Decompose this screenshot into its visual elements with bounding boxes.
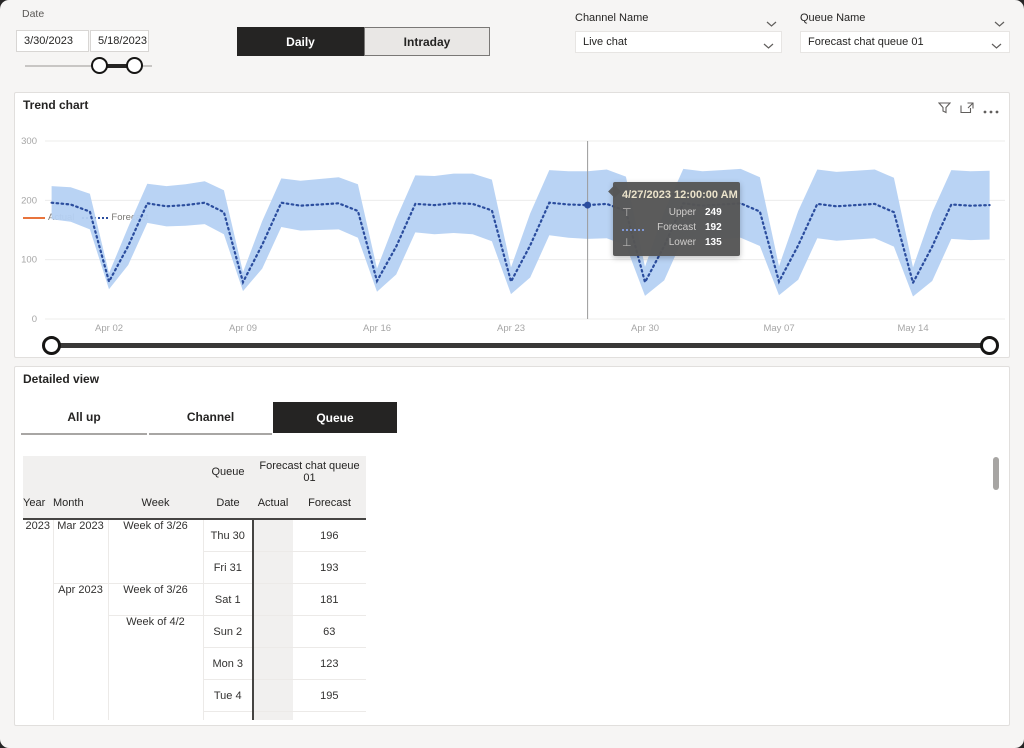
forecast-line-icon	[622, 223, 646, 233]
chart-zoom-slider-track[interactable]	[51, 343, 989, 348]
intraday-toggle-button[interactable]: Intraday	[364, 27, 490, 56]
cell-forecast[interactable]: 63	[293, 616, 366, 648]
lower-whisker-icon: ⊥	[622, 238, 646, 248]
detailed-view-title: Detailed view	[23, 372, 99, 386]
column-header-actual[interactable]: Actual	[253, 488, 293, 519]
column-header-year[interactable]: Year	[23, 488, 53, 519]
column-header-month[interactable]: Month	[53, 488, 108, 519]
cell-date[interactable]: Sat 1	[203, 584, 253, 616]
cell-actual[interactable]	[253, 552, 293, 584]
tooltip-row-value: 192	[705, 222, 731, 233]
queue-select[interactable]: Forecast chat queue 01	[800, 31, 1010, 53]
group-header-queue: Queue	[203, 456, 253, 488]
tab-all-up-underline	[21, 433, 147, 435]
queue-slicer-label: Queue Name	[800, 12, 865, 24]
y-axis-label: 300	[21, 136, 37, 147]
cell-date[interactable]: Wed 5	[203, 712, 253, 721]
tab-channel[interactable]: Channel	[149, 402, 272, 432]
detail-matrix-table: Queue Forecast chat queue 01 Year Month …	[23, 456, 366, 720]
chevron-down-icon	[763, 40, 774, 52]
tooltip-row-label: Forecast	[646, 222, 696, 233]
cell-date[interactable]: Tue 4	[203, 680, 253, 712]
x-axis-label: Apr 30	[631, 323, 659, 334]
cell-actual[interactable]	[253, 584, 293, 616]
cell-year[interactable]: 2023	[23, 519, 53, 720]
cell-date[interactable]: Sun 2	[203, 616, 253, 648]
cell-actual[interactable]	[253, 519, 293, 552]
tooltip-row: ⊥Lower 135	[622, 237, 731, 248]
daily-toggle-button[interactable]: Daily	[237, 27, 364, 56]
trend-chart-card: Trend chart Actual Forecast 0100200300Ap…	[14, 92, 1010, 358]
x-axis-label: Apr 16	[363, 323, 391, 334]
date-filter-label: Date	[22, 8, 44, 20]
x-axis-label: Apr 09	[229, 323, 257, 334]
chevron-down-icon[interactable]	[766, 14, 777, 32]
tooltip-row-label: Lower	[646, 237, 696, 248]
upper-whisker-icon: ⊤	[622, 208, 646, 218]
cell-week[interactable]: Week of 4/2	[108, 616, 203, 721]
table-row: 2023Mar 2023Week of 3/26Thu 30196	[23, 519, 366, 552]
cell-actual[interactable]	[253, 616, 293, 648]
cell-week[interactable]: Week of 3/26	[108, 584, 203, 616]
tooltip-row: Forecast 192	[622, 222, 731, 233]
cell-month[interactable]: Apr 2023	[53, 584, 108, 721]
tab-queue[interactable]: Queue	[273, 402, 397, 433]
tooltip-row-value: 249	[705, 207, 731, 218]
detailed-view-card: Detailed view All up Channel Queue Queue…	[14, 366, 1010, 726]
cell-forecast[interactable]: 195	[293, 680, 366, 712]
cell-forecast[interactable]: 193	[293, 552, 366, 584]
cell-forecast[interactable]: 196	[293, 519, 366, 552]
x-axis-label: May 07	[763, 323, 794, 334]
x-axis-label: Apr 23	[497, 323, 525, 334]
chart-tooltip: 4/27/2023 12:00:00 AM ⊤Upper 249 Forecast 1…	[613, 182, 740, 256]
cell-actual[interactable]	[253, 680, 293, 712]
column-header-forecast[interactable]: Forecast	[293, 488, 366, 519]
cell-actual[interactable]	[253, 712, 293, 721]
cell-date[interactable]: Fri 31	[203, 552, 253, 584]
chevron-down-icon[interactable]	[994, 14, 1005, 32]
chevron-down-icon	[991, 40, 1002, 52]
date-slider-handle-start[interactable]	[91, 57, 108, 74]
tab-channel-underline	[149, 433, 272, 435]
tooltip-row-label: Upper	[646, 207, 696, 218]
y-axis-label: 0	[32, 314, 37, 325]
y-axis-label: 100	[21, 255, 37, 266]
x-axis-label: May 14	[897, 323, 928, 334]
cell-week[interactable]: Week of 3/26	[108, 519, 203, 584]
group-header-queue-value: Forecast chat queue 01	[253, 456, 366, 488]
channel-select-value: Live chat	[583, 36, 627, 48]
column-header-date[interactable]: Date	[203, 488, 253, 519]
cell-forecast[interactable]: 123	[293, 648, 366, 680]
tooltip-row: ⊤Upper 249	[622, 207, 731, 218]
cell-forecast[interactable]: 181	[293, 584, 366, 616]
channel-slicer-label: Channel Name	[575, 12, 648, 24]
cell-date[interactable]: Mon 3	[203, 648, 253, 680]
group-header-spacer	[23, 456, 203, 488]
table-scrollbar-thumb[interactable]	[993, 457, 999, 490]
chart-zoom-handle-end[interactable]	[980, 336, 999, 355]
date-start-input[interactable]	[16, 30, 89, 52]
tooltip-title: 4/27/2023 12:00:00 AM	[622, 189, 731, 201]
cell-date[interactable]: Thu 30	[203, 519, 253, 552]
dashboard-screen: Date Daily Intraday Channel Name Live ch…	[0, 0, 1024, 748]
hovered-data-point	[584, 202, 591, 209]
date-slider-handle-end[interactable]	[126, 57, 143, 74]
detail-table-container: Queue Forecast chat queue 01 Year Month …	[23, 456, 366, 720]
y-axis-label: 200	[21, 195, 37, 206]
queue-select-value: Forecast chat queue 01	[808, 36, 924, 48]
cell-forecast[interactable]: 198	[293, 712, 366, 721]
tab-all-up[interactable]: All up	[21, 402, 147, 432]
trend-chart-plot[interactable]: 0 100 200 300 Apr 02 Apr 09 Apr 16 Apr 23 Apr 30…	[15, 93, 1009, 357]
chart-zoom-handle-start[interactable]	[42, 336, 61, 355]
cell-actual[interactable]	[253, 648, 293, 680]
cell-month[interactable]: Mar 2023	[53, 519, 108, 584]
x-axis-label: Apr 02	[95, 323, 123, 334]
table-row: Apr 2023Week of 3/26Sat 1181	[23, 584, 366, 616]
channel-select[interactable]: Live chat	[575, 31, 782, 53]
confidence-band	[52, 169, 990, 297]
date-end-input[interactable]	[90, 30, 149, 52]
tooltip-row-value: 135	[705, 237, 731, 248]
column-header-week[interactable]: Week	[108, 488, 203, 519]
